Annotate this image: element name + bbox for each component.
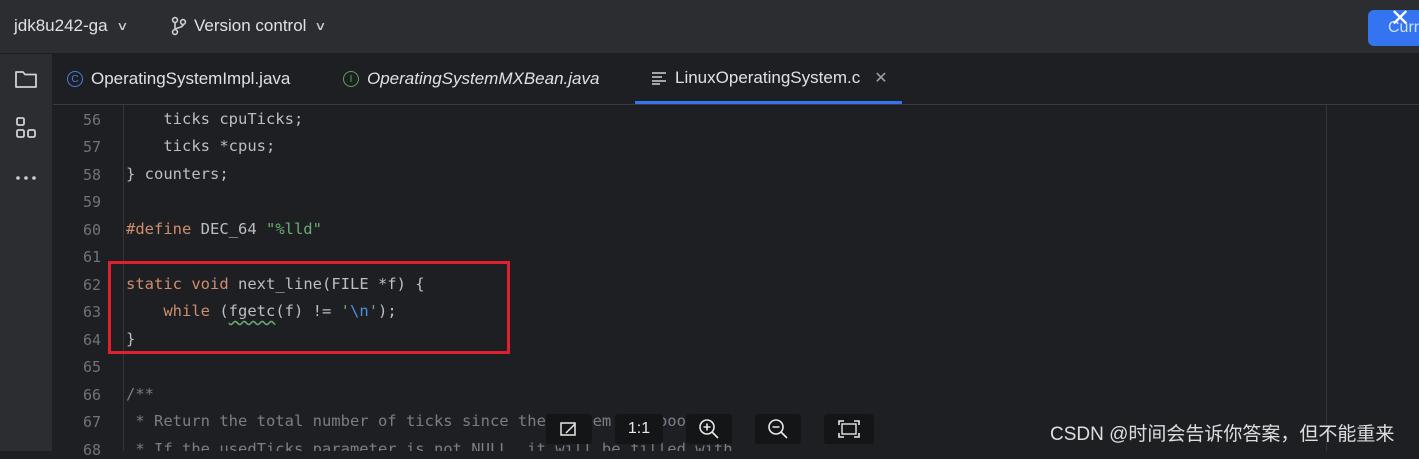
- editor-tabs: C OperatingSystemImpl.java I OperatingSy…: [53, 54, 1419, 105]
- line-number: 62: [82, 276, 101, 294]
- line-number: 59: [82, 193, 101, 211]
- code-line: ticks *cpus;: [126, 137, 276, 155]
- line-number: 66: [82, 386, 101, 404]
- version-control-label: Version control: [194, 16, 307, 35]
- text-file-icon: [652, 71, 666, 85]
- zoom-in-button[interactable]: [686, 414, 732, 444]
- line-number: 68: [82, 441, 101, 459]
- project-name: jdk8u242-ga: [14, 16, 108, 35]
- version-control-menu[interactable]: Version control ∨: [170, 16, 328, 36]
- tab-operatingsystemimpl[interactable]: C OperatingSystemImpl.java: [67, 54, 290, 104]
- folder-icon[interactable]: [13, 66, 39, 92]
- zoom-in-icon: [699, 419, 719, 439]
- comment-line: /**: [126, 385, 154, 403]
- tab-linuxoperatingsystem[interactable]: LinuxOperatingSystem.c ✕: [635, 54, 902, 104]
- line-number-gutter: 56 57 58 59 60 61 62 63 64 65 66 67 68: [53, 105, 113, 459]
- line-number: 63: [82, 303, 101, 321]
- line-number: 60: [82, 221, 101, 239]
- tab-label: OperatingSystemImpl.java: [91, 69, 291, 88]
- line-number: 65: [82, 358, 101, 376]
- zoom-out-button[interactable]: [755, 414, 801, 444]
- class-icon: C: [67, 71, 83, 87]
- code-text: DEC_64: [191, 220, 266, 238]
- edit-image-button[interactable]: [546, 414, 592, 444]
- line-number: 58: [82, 166, 101, 184]
- zoom-out-icon: [768, 419, 788, 439]
- tab-operatingsystemmxbean[interactable]: I OperatingSystemMXBean.java: [343, 54, 599, 104]
- tool-window-bar: [0, 54, 53, 451]
- interface-icon: I: [343, 71, 359, 87]
- actual-size-button[interactable]: 1:1: [615, 414, 663, 444]
- title-bar: jdk8u242-ga ∨ Version control ∨ Curr ✕: [0, 0, 1419, 54]
- more-icon[interactable]: [13, 165, 39, 191]
- tab-label: LinuxOperatingSystem.c: [675, 67, 861, 87]
- tab-label: OperatingSystemMXBean.java: [367, 69, 600, 88]
- right-margin-guide: [1326, 105, 1327, 451]
- fit-screen-icon: [838, 420, 860, 438]
- watermark: CSDN @时间会告诉你答案，但不能重来: [1050, 424, 1395, 445]
- project-selector[interactable]: jdk8u242-ga ∨: [14, 16, 129, 36]
- code-line: #define DEC_64 "%lld": [126, 220, 322, 238]
- branch-icon: [171, 16, 187, 36]
- fit-screen-button[interactable]: [824, 414, 874, 444]
- close-icon[interactable]: ✕: [874, 68, 887, 88]
- line-number: 64: [82, 331, 101, 349]
- line-number: 61: [82, 248, 101, 266]
- highlight-box: [108, 261, 510, 354]
- structure-icon[interactable]: [13, 115, 39, 141]
- keyword: #define: [126, 220, 192, 238]
- line-number: 56: [82, 111, 101, 129]
- chevron-down-icon: ∨: [115, 19, 129, 33]
- line-number: 67: [82, 413, 101, 431]
- edit-icon: [560, 422, 576, 436]
- code-line: ticks cpuTicks;: [126, 110, 304, 128]
- code-line: } counters;: [126, 165, 229, 183]
- line-number: 57: [82, 138, 101, 156]
- string-literal: "%lld": [265, 220, 322, 238]
- close-icon[interactable]: ✕: [1390, 4, 1410, 33]
- chevron-down-icon: ∨: [314, 19, 328, 33]
